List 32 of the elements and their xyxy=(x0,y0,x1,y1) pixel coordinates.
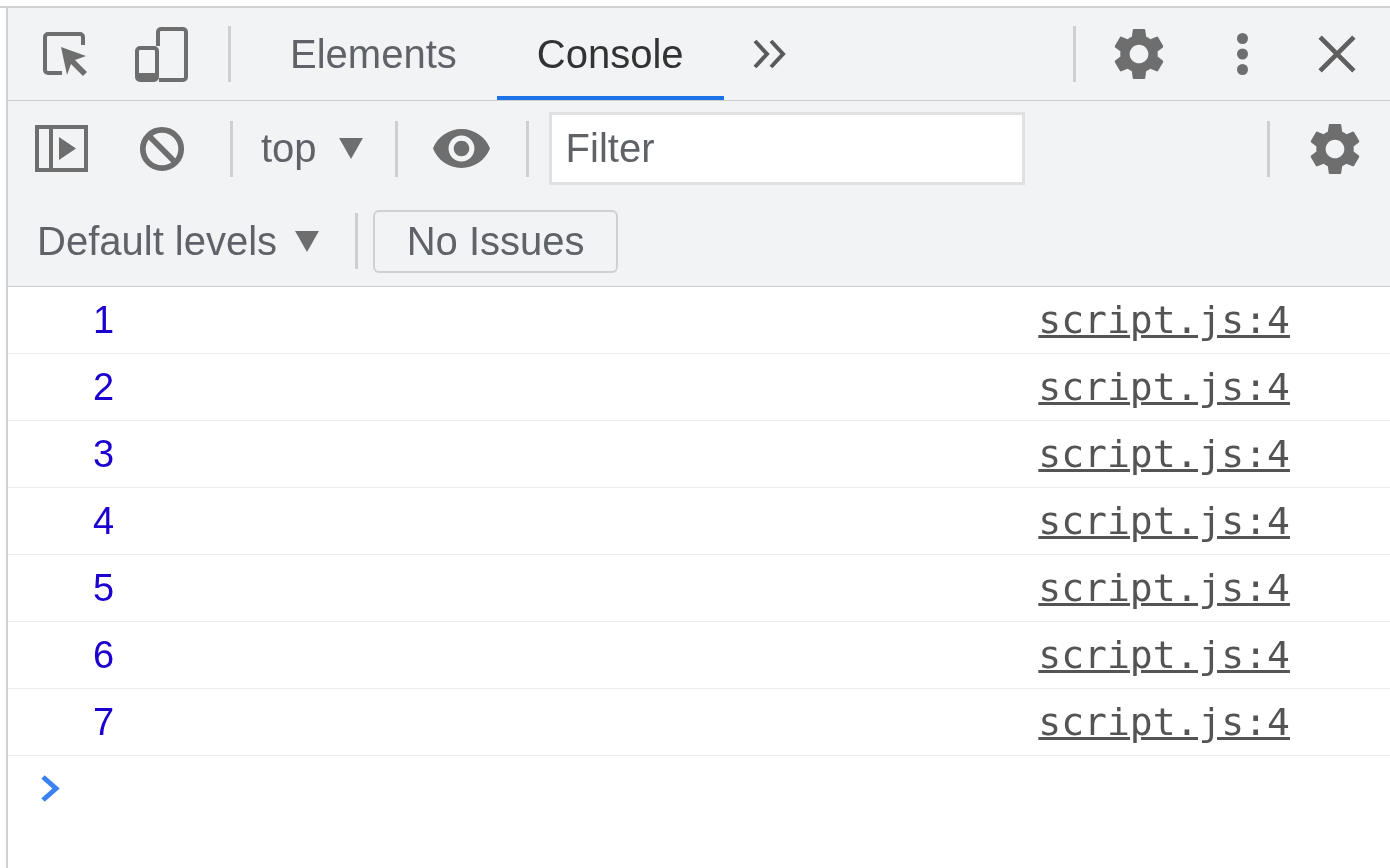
element-picker-icon[interactable] xyxy=(42,31,90,77)
source-link[interactable]: script.js:4 xyxy=(1038,365,1290,409)
eye-icon[interactable] xyxy=(432,129,490,168)
log-value: 4 xyxy=(93,499,115,543)
source-link[interactable]: script.js:4 xyxy=(1038,298,1290,342)
settings-icon[interactable] xyxy=(1114,28,1164,80)
more-options-icon[interactable] xyxy=(1236,32,1249,76)
log-value: 3 xyxy=(93,432,115,476)
settings-icon[interactable] xyxy=(1310,122,1360,175)
source-link[interactable]: script.js:4 xyxy=(1038,633,1290,677)
device-toolbar-icon[interactable] xyxy=(135,26,188,82)
log-value: 7 xyxy=(93,700,115,744)
log-levels-dropdown[interactable]: Default levels xyxy=(37,218,320,264)
double-chevron-icon[interactable] xyxy=(752,39,786,69)
log-value: 2 xyxy=(93,365,115,409)
log-value: 1 xyxy=(93,298,115,342)
context-dropdown[interactable]: top xyxy=(261,126,363,171)
source-link[interactable]: script.js:4 xyxy=(1038,700,1290,744)
log-value: 6 xyxy=(93,633,115,677)
source-link[interactable]: script.js:4 xyxy=(1038,499,1290,543)
filter-field[interactable]: Filter xyxy=(548,112,1025,185)
prompt-chevron-icon xyxy=(40,775,60,802)
close-icon[interactable] xyxy=(1318,35,1356,73)
sidebar-toggle-icon[interactable] xyxy=(35,125,88,172)
source-link[interactable]: script.js:4 xyxy=(1038,432,1290,476)
panel-tab[interactable]: Elements xyxy=(250,8,497,100)
issues-button[interactable]: No Issues xyxy=(373,209,619,273)
dropdown-triangle-icon xyxy=(295,230,320,252)
source-link[interactable]: script.js:4 xyxy=(1038,566,1290,610)
clear-console-icon[interactable] xyxy=(139,125,185,172)
log-value: 5 xyxy=(93,566,115,610)
dropdown-triangle-icon xyxy=(338,138,363,159)
